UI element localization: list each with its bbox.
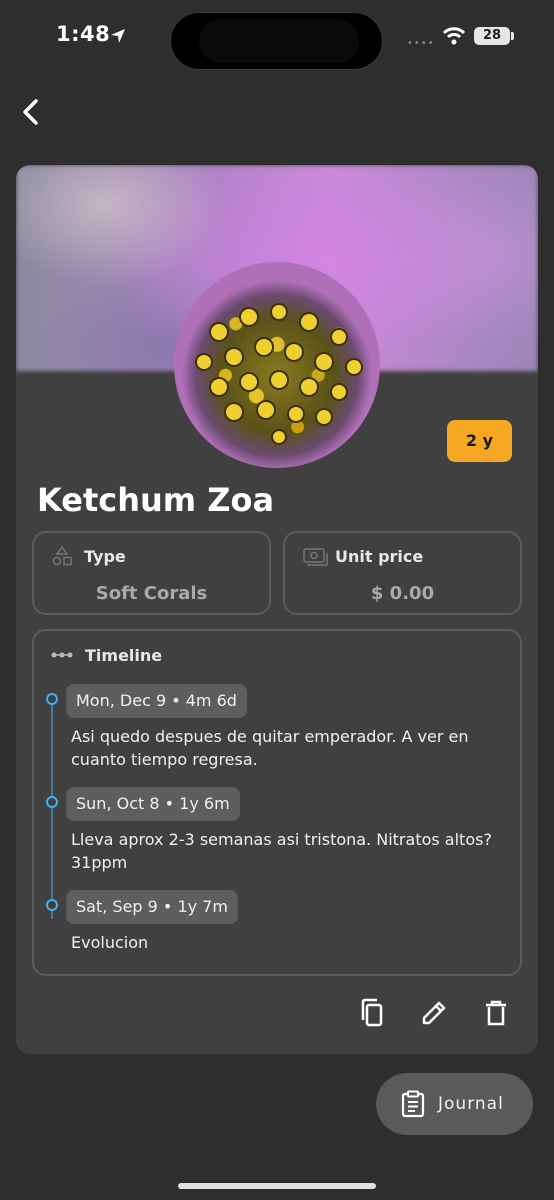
cash-icon xyxy=(303,548,328,566)
item-card: 2 y Ketchum Zoa Type Soft Corals Unit pr… xyxy=(16,165,538,1054)
chevron-left-icon xyxy=(23,99,38,125)
cellular-signal-icon: •••• xyxy=(407,38,435,49)
copy-button[interactable] xyxy=(355,996,389,1030)
copy-icon xyxy=(361,998,383,1027)
timeline-date-chip[interactable]: Mon, Dec 9 • 4m 6d xyxy=(66,684,247,718)
timeline-dot xyxy=(46,796,58,808)
battery-nub xyxy=(511,32,514,40)
pencil-icon xyxy=(422,1001,446,1025)
location-arrow-icon xyxy=(111,29,125,43)
timeline-dot xyxy=(46,693,58,705)
unit-price-box: Unit price $ 0.00 xyxy=(283,531,522,615)
type-box: Type Soft Corals xyxy=(32,531,271,615)
back-button[interactable] xyxy=(18,96,48,128)
unit-price-value: $ 0.00 xyxy=(370,583,435,604)
timeline-date-chip[interactable]: Sat, Sep 9 • 1y 7m xyxy=(66,890,238,924)
timeline-section: Timeline Mon, Dec 9 • 4m 6d Asi quedo de… xyxy=(32,629,522,976)
timeline-icon xyxy=(51,652,73,658)
journal-label: Journal xyxy=(438,1094,504,1114)
coral-photo[interactable] xyxy=(174,262,380,468)
home-indicator[interactable] xyxy=(178,1183,376,1189)
shapes-icon xyxy=(52,545,72,566)
timeline-title: Timeline xyxy=(85,646,163,665)
type-value: Soft Corals xyxy=(95,583,208,604)
type-label: Type xyxy=(84,547,126,566)
clipboard-icon xyxy=(401,1090,425,1118)
journal-button[interactable]: Journal xyxy=(376,1073,533,1135)
age-badge: 2 y xyxy=(447,420,512,462)
wifi-icon xyxy=(443,27,465,45)
timeline-dot xyxy=(46,899,58,911)
item-name: Ketchum Zoa xyxy=(37,481,275,519)
delete-button[interactable] xyxy=(479,996,513,1030)
dynamic-island xyxy=(170,12,383,70)
timeline-entry-text[interactable]: Evolucion xyxy=(71,931,501,954)
timeline-line xyxy=(51,701,53,919)
unit-price-label: Unit price xyxy=(335,547,424,566)
timeline-date-chip[interactable]: Sun, Oct 8 • 1y 6m xyxy=(66,787,240,821)
status-time: 1:48 xyxy=(56,22,111,46)
battery-indicator: 28 xyxy=(474,27,510,45)
timeline-entry-text[interactable]: Asi quedo despues de quitar emperador. A… xyxy=(71,725,501,771)
trash-icon xyxy=(486,1000,506,1026)
edit-button[interactable] xyxy=(417,996,451,1030)
timeline-entry-text[interactable]: Lleva aprox 2-3 semanas asi tristona. Ni… xyxy=(71,828,501,874)
status-bar: 1:48 •••• 28 xyxy=(0,0,554,80)
